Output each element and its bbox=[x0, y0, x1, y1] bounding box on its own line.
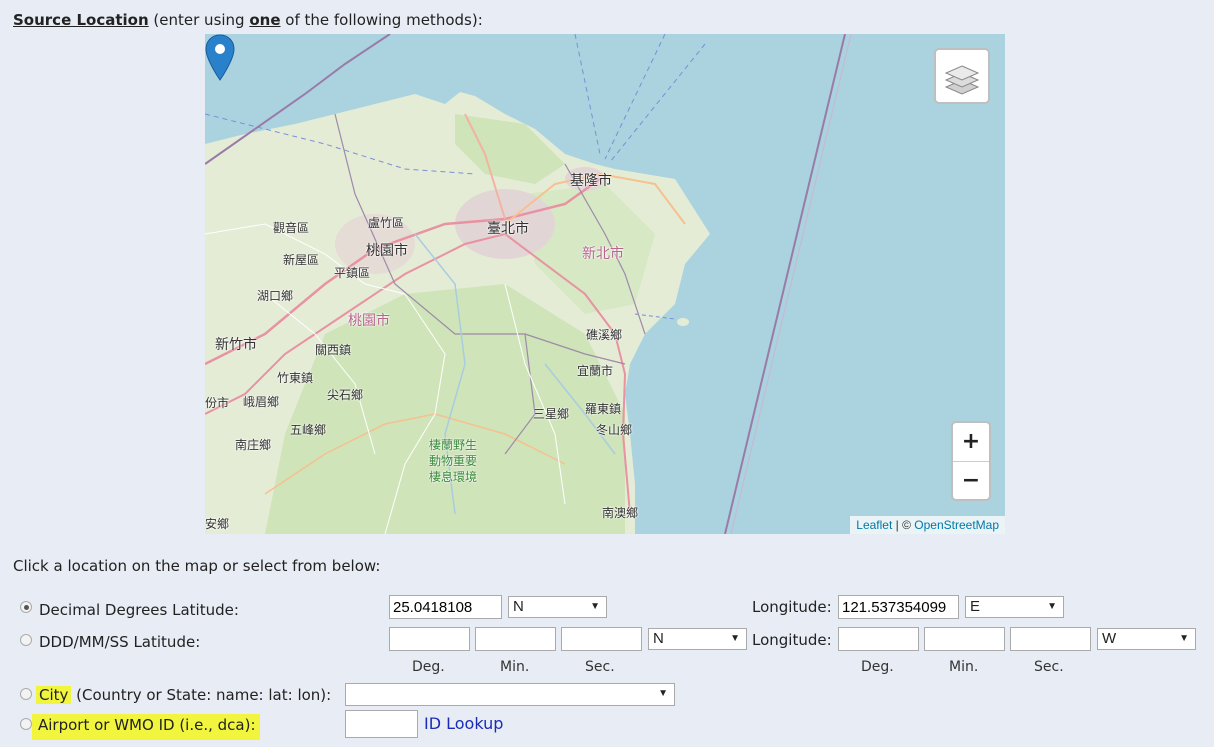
map-label-taoyuan-city: 桃園市 bbox=[366, 243, 408, 259]
dms-longitude-label: Longitude: bbox=[752, 631, 832, 649]
map-label-zhudong: 竹東鎮 bbox=[277, 371, 314, 385]
airport-id-input[interactable] bbox=[345, 710, 418, 738]
map-label-taoyuan-county: 桃園市 bbox=[348, 313, 390, 329]
location-map[interactable]: 基隆市 臺北市 新北市 觀音區 盧竹區 桃園市 新屋區 平鎮區 湖口鄉 桃園市 … bbox=[205, 34, 1005, 534]
decimal-longitude-input[interactable] bbox=[838, 595, 959, 619]
heading-emphasis: one bbox=[249, 11, 281, 29]
decimal-longitude-label: Longitude: bbox=[752, 598, 832, 616]
dms-longitude-direction-select[interactable]: W ▼ bbox=[1097, 628, 1196, 650]
decimal-latitude-input[interactable] bbox=[389, 595, 502, 619]
dropdown-arrow-icon: ▼ bbox=[1179, 633, 1189, 644]
map-label-guanyin: 觀音區 bbox=[273, 221, 310, 235]
leaflet-link[interactable]: Leaflet bbox=[856, 518, 892, 532]
map-label-hukou: 湖口鄉 bbox=[257, 289, 294, 303]
lat-min-caption: Min. bbox=[500, 659, 530, 675]
lon-sec-caption: Sec. bbox=[1034, 659, 1064, 675]
layers-icon bbox=[944, 65, 980, 95]
map-label-guanxi: 關西鎮 bbox=[315, 343, 352, 357]
id-lookup-link[interactable]: ID Lookup bbox=[424, 714, 503, 733]
dropdown-arrow-icon: ▼ bbox=[1047, 601, 1057, 612]
lat-sec-caption: Sec. bbox=[585, 659, 615, 675]
attribution-separator: | © bbox=[892, 518, 915, 532]
map-label-xinwu: 新屋區 bbox=[283, 253, 320, 267]
map-attribution: Leaflet | © OpenStreetMap bbox=[850, 516, 1005, 534]
map-label-sanxing: 三星鄉 bbox=[533, 407, 570, 421]
lat-deg-caption: Deg. bbox=[412, 659, 445, 675]
openstreetmap-link[interactable]: OpenStreetMap bbox=[914, 518, 999, 532]
selected-value: N bbox=[653, 630, 664, 647]
map-label-nanzhuang: 南庄鄉 bbox=[235, 438, 272, 452]
city-radio[interactable] bbox=[20, 688, 32, 700]
map-label-anxiang: 安鄉 bbox=[205, 517, 230, 531]
decimal-degrees-radio[interactable] bbox=[20, 601, 32, 613]
zoom-out-button[interactable]: − bbox=[953, 462, 989, 499]
airport-radio[interactable] bbox=[20, 718, 32, 730]
zoom-control: + − bbox=[951, 421, 991, 501]
airport-label: Airport or WMO ID (i.e., dca): bbox=[32, 714, 260, 740]
city-rest: (Country or State: name: lat: lon): bbox=[71, 686, 332, 704]
map-label-wildlife-1: 棲蘭野生 bbox=[429, 438, 478, 452]
map-label-jianshi: 尖石鄉 bbox=[327, 388, 364, 402]
map-label-nanao: 南澳鄉 bbox=[602, 506, 639, 520]
selected-value: W bbox=[1102, 630, 1117, 647]
dms-radio[interactable] bbox=[20, 634, 32, 646]
decimal-latitude-direction-select[interactable]: N ▼ bbox=[508, 596, 607, 618]
dms-latitude-seconds-input[interactable] bbox=[561, 627, 642, 651]
map-label-new-taipei: 新北市 bbox=[582, 246, 624, 262]
map-label-luzhu: 盧竹區 bbox=[368, 216, 405, 230]
heading-title: Source Location bbox=[13, 11, 149, 29]
map-instruction: Click a location on the map or select fr… bbox=[13, 557, 381, 575]
dropdown-arrow-icon: ▼ bbox=[730, 633, 740, 644]
map-label-hsinchu: 新竹市 bbox=[215, 337, 257, 353]
map-label-taipei: 臺北市 bbox=[487, 221, 529, 237]
city-word: City bbox=[36, 686, 72, 704]
dms-latitude-degrees-input[interactable] bbox=[389, 627, 470, 651]
dms-longitude-degrees-input[interactable] bbox=[838, 627, 919, 651]
dms-label: DDD/MM/SS Latitude: bbox=[39, 633, 201, 651]
heading-pre: (enter using bbox=[148, 11, 250, 29]
map-label-wufeng: 五峰鄉 bbox=[290, 423, 327, 437]
dms-longitude-seconds-input[interactable] bbox=[1010, 627, 1091, 651]
map-label-emei: 峨眉鄉 bbox=[243, 395, 280, 409]
selected-value: N bbox=[513, 598, 524, 615]
dms-latitude-direction-select[interactable]: N ▼ bbox=[648, 628, 747, 650]
decimal-degrees-label: Decimal Degrees Latitude: bbox=[39, 601, 239, 619]
city-select[interactable]: ▼ bbox=[345, 683, 675, 706]
lon-min-caption: Min. bbox=[949, 659, 979, 675]
decimal-longitude-direction-select[interactable]: E ▼ bbox=[965, 596, 1064, 618]
map-label-keelung: 基隆市 bbox=[570, 173, 612, 189]
heading-post: of the following methods): bbox=[280, 11, 483, 29]
map-label-pingzhen: 平鎮區 bbox=[334, 266, 371, 280]
map-label-dongshan: 冬山鄉 bbox=[596, 423, 633, 437]
map-marker-icon[interactable] bbox=[205, 34, 235, 82]
dms-latitude-minutes-input[interactable] bbox=[475, 627, 556, 651]
map-label-luodong: 羅東鎮 bbox=[585, 402, 622, 416]
city-label: City (Country or State: name: lat: lon): bbox=[36, 686, 331, 704]
source-location-heading: Source Location (enter using one of the … bbox=[13, 11, 483, 29]
selected-value: E bbox=[970, 598, 981, 615]
map-label-wildlife-3: 棲息環境 bbox=[429, 470, 478, 484]
dropdown-arrow-icon: ▼ bbox=[658, 688, 668, 699]
map-label-yilan: 宜蘭市 bbox=[577, 364, 614, 378]
dropdown-arrow-icon: ▼ bbox=[590, 601, 600, 612]
layers-control-button[interactable] bbox=[934, 48, 990, 104]
zoom-in-button[interactable]: + bbox=[953, 423, 989, 462]
lon-deg-caption: Deg. bbox=[861, 659, 894, 675]
map-label-jiaoxi: 礁溪鄉 bbox=[586, 328, 623, 342]
map-label-miaoli-edge: 份市 bbox=[205, 396, 230, 410]
map-label-wildlife-2: 動物重要 bbox=[429, 454, 478, 468]
dms-longitude-minutes-input[interactable] bbox=[924, 627, 1005, 651]
map-tiles bbox=[205, 34, 852, 534]
